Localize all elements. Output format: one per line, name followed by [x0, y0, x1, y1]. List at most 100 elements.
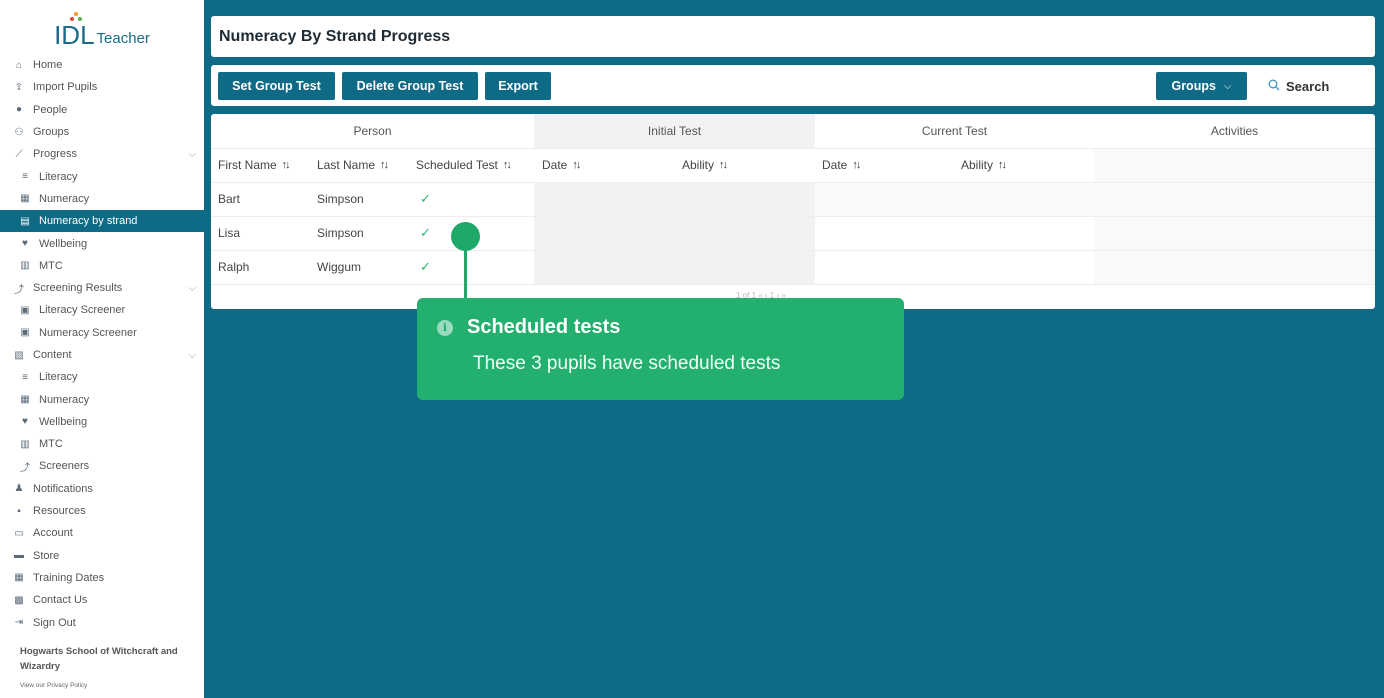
cell-first-name[interactable]: Ralph — [218, 250, 249, 284]
sidebar-item-notifications[interactable]: ♟ Notifications — [0, 478, 204, 500]
sidebar-item-label: Wellbeing — [39, 415, 88, 428]
cell-last-name[interactable]: Simpson — [317, 182, 364, 216]
sidebar-item-numeracy[interactable]: ▦ Numeracy — [0, 188, 204, 210]
bell-icon: ♟ — [14, 483, 24, 495]
page-title: Numeracy By Strand Progress — [219, 27, 451, 45]
progress-table: Person Initial Test Current Test Activit… — [211, 114, 1375, 309]
groups-dropdown[interactable]: Groups ⌵ — [1156, 72, 1247, 100]
column-first-name[interactable]: First Name ↑↓ — [218, 148, 291, 182]
chevron-down-icon[interactable]: ⌵ — [188, 283, 196, 294]
initial-test-body-shade — [534, 182, 815, 284]
sidebar-item-contact-us[interactable]: ▩ Contact Us — [0, 589, 204, 611]
sidebar-item-people[interactable]: ● People — [0, 99, 204, 121]
literacy-screener-icon: ▣ — [20, 304, 30, 316]
sidebar-item-resources[interactable]: ▪ Resources — [0, 500, 204, 522]
column-last-name[interactable]: Last Name ↑↓ — [317, 148, 389, 182]
sidebar-item-store[interactable]: ▬ Store — [0, 545, 204, 567]
column-current-date-label: Date — [822, 158, 848, 172]
sidebar-item-home[interactable]: ⌂ Home — [0, 54, 204, 76]
chevron-down-icon: ⌵ — [1223, 80, 1232, 92]
row-divider — [211, 250, 1375, 251]
store-icon: ▬ — [14, 550, 24, 562]
sidebar-item-sign-out[interactable]: ⇥ Sign Out — [0, 611, 204, 633]
column-initial-ability-label: Ability — [682, 158, 715, 172]
sidebar-item-mtc[interactable]: ▥ MTC — [0, 433, 204, 455]
sort-icon: ↑↓ — [998, 159, 1007, 171]
row-divider — [211, 182, 1375, 183]
school-name: Hogwarts School of Witchcraft and Wizard… — [20, 645, 178, 672]
calendar-icon: ▦ — [14, 572, 24, 584]
sidebar-item-numeracy[interactable]: ▦ Numeracy — [0, 388, 204, 410]
sidebar-item-wellbeing[interactable]: ♥ Wellbeing — [0, 232, 204, 254]
wellbeing-icon: ♥ — [22, 238, 28, 250]
sidebar-item-label: Numeracy Screener — [39, 326, 137, 339]
mtc-icon: ▥ — [20, 438, 30, 450]
sidebar-item-content[interactable]: ▧ Content ⌵ — [0, 344, 204, 366]
check-icon: ✓ — [420, 225, 431, 240]
set-group-test-button[interactable]: Set Group Test — [218, 72, 335, 100]
column-scheduled-test[interactable]: Scheduled Test ↑↓ — [416, 148, 512, 182]
chevron-down-icon[interactable]: ⌵ — [188, 350, 196, 361]
cell-first-name[interactable]: Lisa — [218, 216, 240, 250]
search-button[interactable]: Search — [1268, 72, 1329, 100]
logo-text: IDL — [54, 20, 95, 50]
row-divider — [211, 216, 1375, 217]
chevron-down-icon[interactable]: ⌵ — [188, 149, 196, 160]
sidebar-item-progress[interactable]: ⟋ Progress ⌵ — [0, 143, 204, 165]
cell-last-name[interactable]: Wiggum — [317, 250, 361, 284]
export-button[interactable]: Export — [485, 72, 551, 100]
sidebar-item-numeracy-by-strand[interactable]: ▤ Numeracy by strand — [0, 210, 204, 233]
column-initial-date-label: Date — [542, 158, 568, 172]
sidebar-item-label: Contact Us — [33, 594, 88, 607]
sidebar-item-label: Training Dates — [33, 571, 105, 584]
book-icon: ≡ — [22, 371, 28, 383]
sidebar-item-literacy[interactable]: ≡ Literacy — [0, 366, 204, 388]
tooltip-pointer-dot — [451, 222, 480, 251]
numeracy-icon: ▦ — [20, 394, 30, 406]
sidebar-item-label: Notifications — [33, 482, 93, 495]
sort-icon: ↑↓ — [719, 159, 728, 171]
app-logo[interactable]: IDL Teacher — [0, 0, 204, 54]
screening-icon: ⤴ — [20, 462, 30, 474]
sidebar-item-numeracy-screener[interactable]: ▣ Numeracy Screener — [0, 322, 204, 344]
sidebar-item-account[interactable]: ▭ Account — [0, 522, 204, 544]
sign-out-icon: ⇥ — [14, 617, 24, 629]
sort-icon: ↑↓ — [572, 159, 581, 171]
sidebar-item-literacy[interactable]: ≡ Literacy — [0, 165, 204, 187]
sidebar-item-training-dates[interactable]: ▦ Training Dates — [0, 567, 204, 589]
cell-last-name[interactable]: Simpson — [317, 216, 364, 250]
check-icon: ✓ — [420, 191, 431, 206]
sidebar-item-label: Literacy — [39, 170, 78, 183]
sidebar-item-screeners[interactable]: ⤴ Screeners — [0, 455, 204, 477]
resources-icon: ▪ — [17, 505, 21, 517]
sidebar-item-wellbeing[interactable]: ♥ Wellbeing — [0, 411, 204, 433]
tooltip-title: Scheduled tests — [467, 316, 621, 338]
sidebar-item-screening-results[interactable]: ⤴ Screening Results ⌵ — [0, 277, 204, 299]
mtc-icon: ▥ — [20, 260, 30, 272]
column-initial-date[interactable]: Date ↑↓ — [542, 148, 581, 182]
privacy-policy-link[interactable]: View our Privacy Policy — [0, 674, 204, 689]
logo-subtext: Teacher — [96, 30, 150, 47]
sidebar-item-mtc[interactable]: ▥ MTC — [0, 255, 204, 277]
sidebar-item-label: Resources — [33, 505, 86, 518]
group-header-activities: Activities — [1210, 124, 1259, 138]
cell-first-name[interactable]: Bart — [218, 182, 240, 216]
sidebar: IDL Teacher ⌂ Home ⇪ Import Pupils ● People ⚇ G… — [0, 0, 204, 698]
page-header: Numeracy By Strand Progress — [211, 16, 1375, 57]
column-current-ability[interactable]: Ability ↑↓ — [961, 148, 1007, 182]
column-current-date[interactable]: Date ↑↓ — [822, 148, 861, 182]
column-current-ability-label: Ability — [961, 158, 994, 172]
scheduled-tests-tooltip[interactable]: i Scheduled tests These 3 pupils have sc… — [417, 298, 904, 400]
sidebar-item-groups[interactable]: ⚇ Groups — [0, 121, 204, 143]
sidebar-item-import-pupils[interactable]: ⇪ Import Pupils — [0, 76, 204, 98]
sidebar-item-label: Store — [33, 549, 60, 562]
home-icon: ⌂ — [15, 59, 23, 71]
sidebar-item-label: Groups — [33, 126, 70, 139]
import-icon: ⇪ — [14, 81, 24, 93]
sidebar-item-literacy-screener[interactable]: ▣ Literacy Screener — [0, 299, 204, 321]
sidebar-item-label: People — [33, 103, 68, 116]
sidebar-item-label: Numeracy — [39, 192, 90, 205]
sidebar-item-label: Progress — [33, 148, 78, 161]
delete-group-test-button[interactable]: Delete Group Test — [342, 72, 478, 100]
column-initial-ability[interactable]: Ability ↑↓ — [682, 148, 728, 182]
